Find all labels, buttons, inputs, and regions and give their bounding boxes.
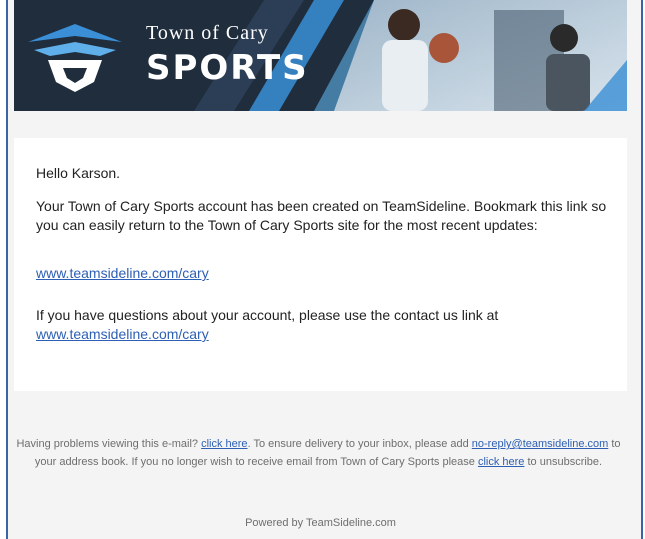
town-of-cary-sports-logo-icon [28, 24, 122, 92]
link-paragraph-1: www.teamsideline.com/cary [36, 264, 616, 283]
email-body: Hello Karson. Your Town of Cary Sports a… [14, 138, 627, 391]
header-banner: Town of Cary SPORTS [14, 0, 627, 111]
email-footer: Having problems viewing this e-mail? cli… [14, 391, 627, 539]
brand-sports-text: SPORTS [146, 48, 309, 88]
footer-text-2: . To ensure delivery to your inbox, plea… [247, 438, 472, 450]
view-online-link[interactable]: click here [201, 438, 247, 450]
teamsideline-link-1[interactable]: www.teamsideline.com/cary [36, 265, 209, 281]
body-paragraph-2-text: If you have questions about your account… [36, 307, 499, 323]
powered-by-text: Powered by TeamSideline.com [245, 517, 396, 529]
teamsideline-link-2[interactable]: www.teamsideline.com/cary [36, 326, 209, 342]
athletes-photo [334, 0, 627, 111]
unsubscribe-link[interactable]: click here [478, 456, 524, 468]
footer-fine-print: Having problems viewing this e-mail? cli… [6, 435, 631, 471]
greeting: Hello Karson. [36, 165, 121, 181]
body-paragraph-1: Your Town of Cary Sports account has bee… [36, 198, 607, 233]
noreply-email-link[interactable]: no-reply@teamsideline.com [472, 438, 609, 450]
footer-text-4: to unsubscribe. [524, 456, 603, 468]
footer-text-1: Having problems viewing this e-mail? [16, 438, 202, 450]
body-paragraph-2: If you have questions about your account… [36, 306, 616, 344]
brand-town-text: Town of Cary [146, 22, 269, 44]
